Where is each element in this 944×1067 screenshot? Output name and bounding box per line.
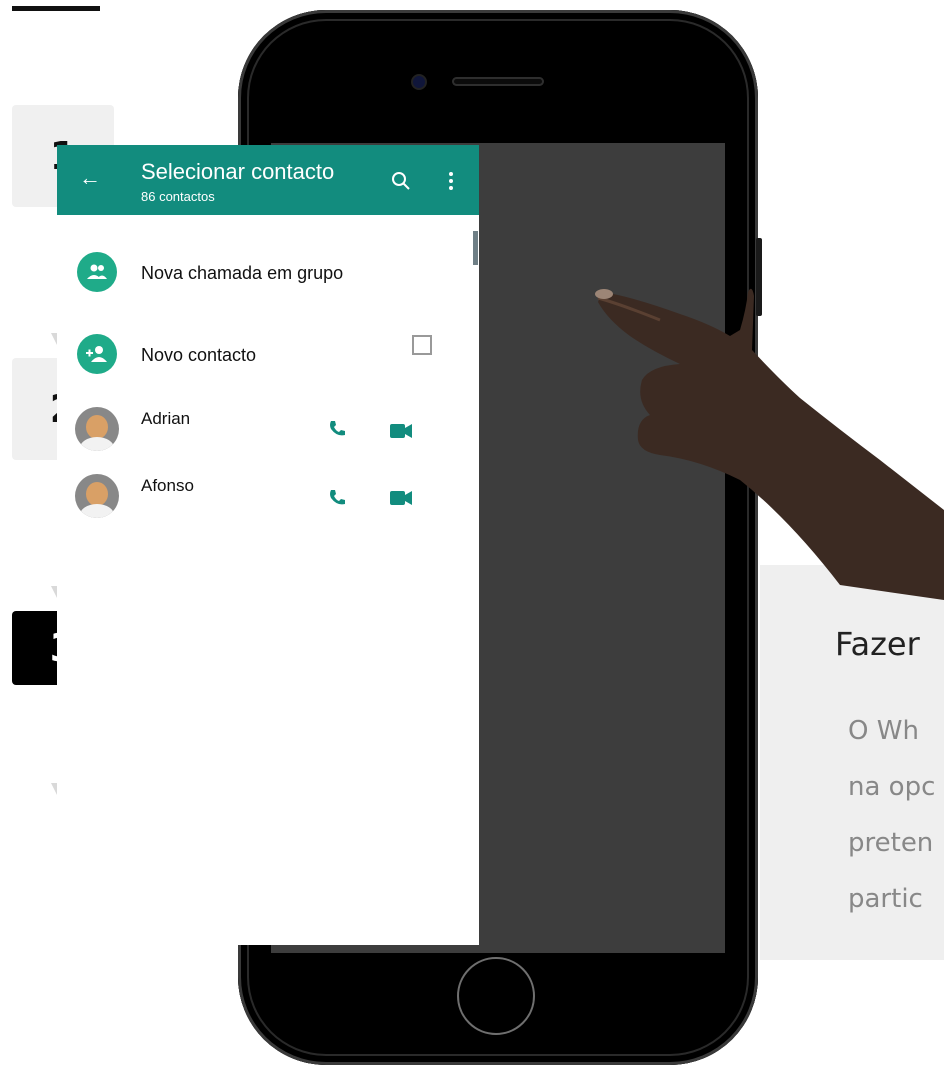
new-contact-label: Novo contacto <box>141 345 257 365</box>
list-item-new-group-call[interactable]: Nova chamada em grupo <box>57 242 479 302</box>
step-info-card: Fazer O Wh na opc preten partic <box>760 565 944 960</box>
app-bar: ← Selecionar contacto 86 contactos <box>57 145 479 215</box>
screen-title: Selecionar contacto <box>141 159 335 184</box>
more-options-icon[interactable] <box>449 172 453 193</box>
card-line: O Wh <box>848 716 919 746</box>
phone-call-icon[interactable] <box>327 488 347 508</box>
avatar <box>75 474 119 518</box>
avatar <box>75 407 119 451</box>
contact-count: 86 contactos <box>141 189 215 204</box>
card-line: na opc <box>848 772 936 802</box>
card-title: Fazer <box>835 625 920 663</box>
group-icon <box>77 252 117 292</box>
home-button[interactable] <box>457 957 535 1035</box>
phone-screen: ← Selecionar contacto 86 contactos Nova … <box>57 145 479 945</box>
card-line: partic <box>848 884 923 914</box>
front-camera-icon <box>413 76 425 88</box>
contact-row[interactable]: Afonso <box>57 474 479 534</box>
earpiece-speaker <box>452 77 544 86</box>
search-icon[interactable] <box>391 171 411 191</box>
progress-indicator-bar <box>12 6 100 11</box>
phone-call-icon[interactable] <box>327 419 347 439</box>
contact-name: Adrian <box>141 409 191 428</box>
pointing-hand-illustration <box>595 288 944 600</box>
card-line: preten <box>848 828 934 858</box>
video-call-icon[interactable] <box>390 491 412 505</box>
contact-name: Afonso <box>141 476 194 495</box>
new-group-call-label: Nova chamada em grupo <box>141 263 344 283</box>
video-call-icon[interactable] <box>390 424 412 438</box>
card-description: O Wh na opc preten partic <box>848 703 944 927</box>
qr-code-icon[interactable] <box>412 335 432 355</box>
back-arrow-icon[interactable]: ← <box>79 167 101 189</box>
add-contact-icon <box>77 334 117 374</box>
contact-row[interactable]: Adrian <box>57 407 479 467</box>
